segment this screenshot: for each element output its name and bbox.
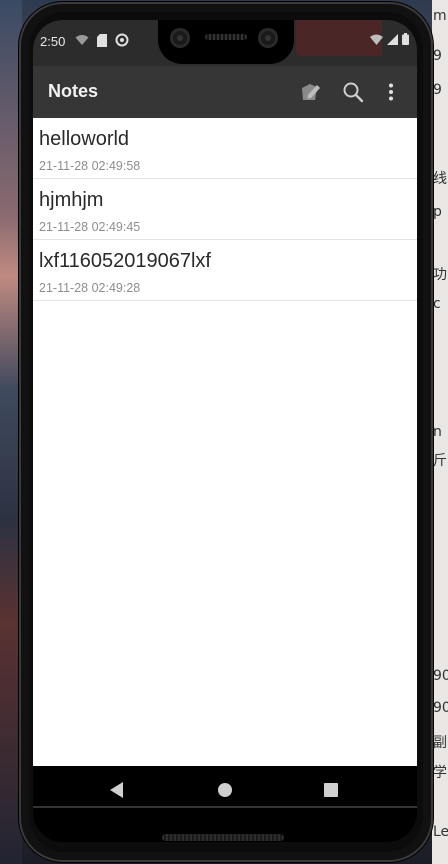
edit-note-icon: [302, 84, 320, 100]
note-title: lxf116052019067lxf: [39, 250, 211, 272]
app-bar: Notes: [33, 66, 417, 118]
earpiece-speaker: [205, 34, 247, 40]
recents-square-icon: [324, 783, 338, 797]
status-time: 2:50: [40, 34, 66, 49]
note-date: 21-11-28 02:49:28: [39, 281, 141, 295]
overflow-menu-button[interactable]: [379, 80, 403, 104]
notes-list: helloworld 21-11-28 02:49:58 hjmhjm 21-1…: [33, 118, 417, 766]
battery-icon: [402, 33, 409, 45]
note-item[interactable]: lxf116052019067lxf 21-11-28 02:49:28: [33, 240, 417, 301]
app-title: Notes: [48, 81, 99, 101]
status-icons-right: [370, 33, 409, 45]
search-icon: [343, 82, 364, 103]
phone-frame: 2:50 Notes helloworld 21-11-28 02:49:58 …: [19, 2, 433, 862]
nav-home-button[interactable]: [215, 780, 235, 800]
note-date: 21-11-28 02:49:58: [39, 159, 141, 173]
home-circle-icon: [218, 783, 232, 797]
wifi-icon: [370, 34, 383, 45]
note-item[interactable]: hjmhjm 21-11-28 02:49:45: [33, 179, 417, 240]
more-vert-icon: [389, 83, 393, 101]
screen-bottom-edge: [33, 806, 417, 808]
wifi-question-icon: [75, 35, 89, 45]
front-camera-left: [170, 28, 190, 48]
note-title: hjmhjm: [39, 189, 104, 211]
device-screen: 2:50 Notes helloworld 21-11-28 02:49:58 …: [33, 20, 417, 842]
nav-back-button[interactable]: [107, 780, 127, 800]
camera-notch: [158, 20, 294, 64]
sync-circle-icon: [115, 33, 129, 47]
front-camera-right: [258, 28, 278, 48]
note-date: 21-11-28 02:49:45: [39, 220, 141, 234]
status-icons-left: [75, 33, 129, 47]
chin-speaker-grille: [162, 834, 284, 841]
new-note-button[interactable]: [299, 80, 323, 104]
desktop-background-right: m 9 9 线 p 功 c n 斤 90 90 副 学 Ler: [432, 0, 448, 864]
phone-bezel: 2:50 Notes helloworld 21-11-28 02:49:58 …: [29, 12, 423, 852]
sd-card-icon: [97, 33, 107, 47]
signal-icon: [387, 33, 398, 45]
back-triangle-icon: [110, 782, 123, 798]
nav-recents-button[interactable]: [321, 780, 341, 800]
status-bar: 2:50: [33, 20, 417, 66]
search-button[interactable]: [341, 80, 365, 104]
note-item[interactable]: helloworld 21-11-28 02:49:58: [33, 118, 417, 179]
note-title: helloworld: [39, 128, 130, 150]
